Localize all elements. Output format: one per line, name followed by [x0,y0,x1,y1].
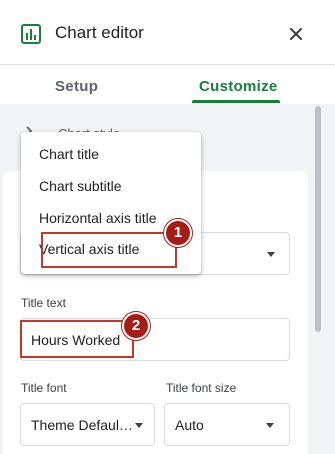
step-badge-2: 2 [122,312,150,340]
title-font-size-select[interactable]: Auto [164,403,290,446]
title-font-select[interactable]: Theme Defaul… [20,403,155,446]
active-tab-indicator [192,100,280,103]
tab-customize[interactable]: Customize [199,78,278,95]
scrollbar-thumb[interactable] [315,106,321,332]
chart-editor-header: Chart editor [0,0,335,65]
menu-item-chart-subtitle[interactable]: Chart subtitle [39,178,121,194]
dropdown-arrow-icon [266,423,274,428]
menu-item-chart-title[interactable]: Chart title [39,146,99,162]
tab-bar: Setup Customize [0,66,335,104]
title-font-size-label: Title font size [166,381,237,395]
scrollbar[interactable] [313,104,323,454]
dropdown-arrow-icon [267,252,275,257]
dropdown-arrow-icon [135,423,143,428]
page-title: Chart editor [55,23,144,42]
title-font-label: Title font [21,381,67,395]
tab-setup[interactable]: Setup [55,78,98,95]
highlight-box-vertical-axis-title [41,232,177,268]
close-icon[interactable] [287,25,305,43]
title-font-size-value: Auto [175,417,204,433]
chart-icon [21,24,41,44]
menu-item-horizontal-axis-title[interactable]: Horizontal axis title [39,210,157,226]
step-badge-1: 1 [164,219,192,247]
title-font-value: Theme Defaul… [31,417,133,433]
highlight-box-title-text [20,320,134,358]
title-text-label: Title text [21,296,66,310]
